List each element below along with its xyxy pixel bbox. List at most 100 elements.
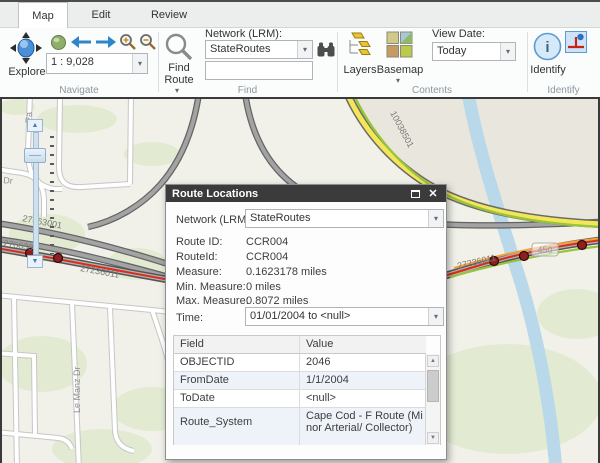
view-date-label: View Date: [432,28,502,40]
identify-info-icon: i [533,32,562,61]
field-column-header: Field [174,336,300,353]
tab-review[interactable]: Review [140,2,198,28]
attribute-table: Field Value OBJECTID 2046 FromDate 1/1/2… [173,335,441,445]
dlg-routeid-value: CCR004 [246,236,288,248]
layers-icon [346,32,373,57]
zoom-slider-handle[interactable] [24,148,46,163]
svg-text:Le Manz Dr: Le Manz Dr [72,366,82,413]
dlg-measure-value: 0.1623178 miles [246,266,327,278]
route-search-input[interactable] [205,61,313,80]
identify-group-label: Identify [527,85,600,96]
network-lrm-combobox[interactable]: StateRoutes ▾ [205,40,313,59]
next-extent-button[interactable] [95,35,117,54]
ribbon: Explore [0,28,600,97]
maximize-button[interactable] [408,187,422,200]
dlg-network-value: StateRoutes [246,210,428,227]
svg-text:i: i [545,39,549,56]
route-locations-dialog: Route Locations ✕ Network (LRM): StateRo… [165,184,447,460]
identify-label: Identify [524,64,572,76]
dlg-max-measure-label: Max. Measure: [176,295,249,307]
value-column-header: Value [300,336,426,353]
route-shield: 450 [532,243,558,256]
cell-value: 2046 [300,354,426,371]
globe-icon [50,34,67,51]
view-date-combobox[interactable]: Today ▾ [432,42,516,61]
dlg-time-dropdown-arrow[interactable]: ▾ [428,308,443,325]
slider-up-icon: ▲ [32,122,39,129]
network-lrm-dropdown-arrow[interactable]: ▾ [297,41,312,58]
dlg-network-combobox[interactable]: StateRoutes ▾ [245,209,444,228]
basemap-dropdown-arrow[interactable]: ▾ [396,76,400,85]
cell-field: Route_System [174,408,300,445]
close-button[interactable]: ✕ [426,187,440,200]
svg-text:Dr: Dr [3,175,13,186]
scale-combobox[interactable]: 1 : 9,028 ▾ [46,53,148,74]
tab-edit[interactable]: Edit [78,2,124,28]
tab-review-label: Review [151,9,187,21]
view-date-value: Today [433,43,500,60]
table-row[interactable]: Route_System Cape Cod - F Route (Mi nor … [174,408,426,445]
dlg-time-label: Time: [176,312,203,324]
zoom-slider-ticks [50,136,54,254]
group-separator [337,32,338,92]
dlg-network-label: Network (LRM): [176,214,253,226]
scroll-up-icon: ▲ [430,358,436,364]
scale-dropdown-arrow[interactable]: ▾ [132,54,147,73]
arrow-left-icon [70,35,92,49]
network-lrm-label: Network (LRM): [205,28,295,40]
dialog-titlebar[interactable]: Route Locations ✕ [166,185,446,202]
scrollbar-down-button[interactable]: ▼ [427,432,439,444]
dlg-time-combobox[interactable]: 01/01/2004 to <null> ▾ [245,307,444,326]
zoom-slider-down-button[interactable]: ▼ [27,255,43,268]
find-route-label-1: Find [156,62,202,74]
cell-field: ToDate [174,390,300,407]
ribbon-tabbar: Map Edit Review [0,2,600,28]
basemap-label: Basemap [376,64,424,76]
find-binoculars-button[interactable] [317,42,335,62]
view-date-dropdown-arrow[interactable]: ▾ [500,43,515,60]
maximize-icon [411,190,420,198]
svg-text:450: 450 [537,245,552,255]
tab-edit-label: Edit [92,9,111,21]
dlg-routeid2-value: CCR004 [246,251,288,263]
dlg-min-measure-value: 0 miles [246,281,281,293]
dlg-network-dropdown-arrow[interactable]: ▾ [428,210,443,227]
group-separator [527,32,528,92]
layers-label: Layers [340,64,380,76]
explore-compass-icon [8,32,44,64]
basemap-icon [386,31,413,58]
cell-value: <null> [300,390,426,407]
table-row[interactable]: OBJECTID 2046 [174,354,426,372]
magnifier-icon [164,32,194,62]
table-row[interactable]: ToDate <null> [174,390,426,408]
cell-value: 1/1/2004 [300,372,426,389]
zoom-out-icon [139,33,157,51]
scrollbar-thumb[interactable] [427,370,439,402]
basemap-button[interactable] [386,31,413,58]
close-icon: ✕ [428,187,437,200]
identify-route-icon [566,32,586,52]
identify-route-locations-tool-button[interactable] [565,31,587,53]
dlg-min-measure-label: Min. Measure: [176,281,246,293]
table-scrollbar[interactable]: ▲ ▼ [425,354,440,445]
layers-button[interactable] [346,32,374,58]
tab-map[interactable]: Map [18,2,68,28]
table-header-row: Field Value [174,336,426,354]
table-row[interactable]: FromDate 1/1/2004 [174,372,426,390]
dialog-title: Route Locations [172,188,258,200]
find-route-button[interactable] [164,32,194,62]
previous-extent-button[interactable] [70,35,92,54]
scroll-down-icon: ▼ [430,435,436,441]
app-window: Map Edit Review Explore [0,0,600,463]
scale-value: 1 : 9,028 [47,54,132,73]
zoom-slider-up-button[interactable]: ▲ [27,119,43,132]
scrollbar-up-button[interactable]: ▲ [427,355,439,367]
dlg-max-measure-value: 0.8072 miles [246,295,308,307]
explore-label: Explore [4,66,50,78]
navigate-group-label: Navigate [0,85,158,96]
dlg-measure-label: Measure: [176,266,222,278]
identify-button[interactable]: i [533,32,562,61]
contents-group-label: Contents [337,85,527,96]
slider-down-icon: ▼ [32,258,39,265]
dlg-routeid-label: Route ID: [176,236,222,248]
